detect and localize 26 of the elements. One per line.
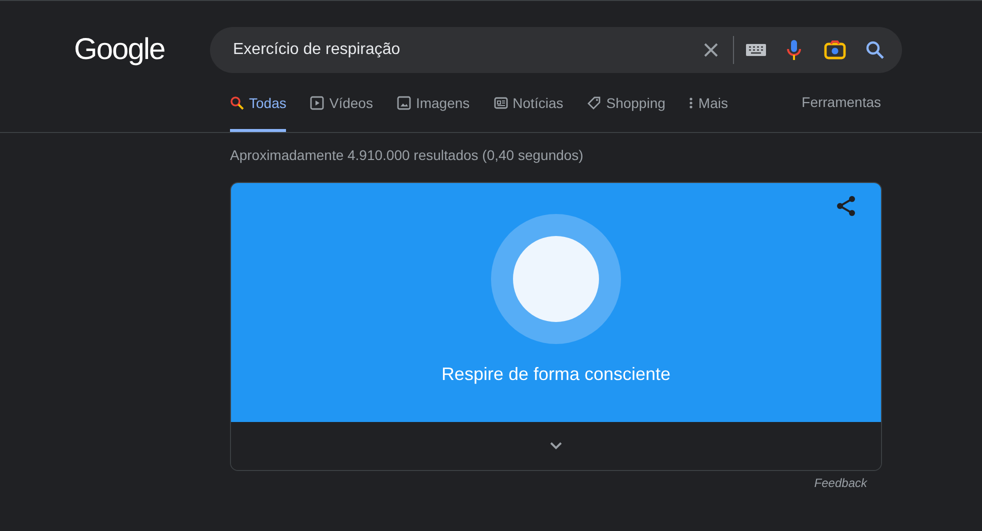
microphone-icon[interactable] (786, 39, 802, 61)
tag-icon (587, 96, 602, 110)
chevron-down-icon (550, 442, 562, 450)
search-icon (230, 96, 244, 110)
keyboard-icon[interactable] (746, 44, 766, 56)
tab[interactable]: Vídeos (310, 73, 373, 132)
tab[interactable]: Mais (689, 73, 728, 132)
share-icon[interactable] (836, 195, 856, 217)
camera-icon[interactable] (824, 40, 846, 60)
newspaper-icon (494, 96, 508, 110)
play-icon (310, 96, 324, 110)
search-input[interactable]: Exercício de respiração (231, 40, 703, 60)
tab[interactable]: Notícias (494, 73, 564, 132)
more-icon (689, 96, 694, 110)
tab[interactable]: Todas (230, 73, 286, 132)
tab[interactable]: Shopping (587, 73, 666, 132)
breathing-caption: Respire de forma consciente (441, 364, 671, 385)
tab[interactable]: Imagens (396, 73, 470, 132)
close-icon[interactable] (703, 42, 719, 58)
search-field[interactable]: Exercício de respiração (210, 27, 902, 73)
google-logo[interactable]: Google (74, 33, 165, 67)
result-stats: Aproximadamente 4.910.000 resultados (0,40 segundos) (230, 147, 584, 163)
search-icon[interactable] (866, 41, 884, 59)
tools-button[interactable]: Ferramentas (802, 73, 881, 132)
feedback-link[interactable]: Feedback (0, 476, 867, 490)
image-icon (396, 96, 411, 110)
